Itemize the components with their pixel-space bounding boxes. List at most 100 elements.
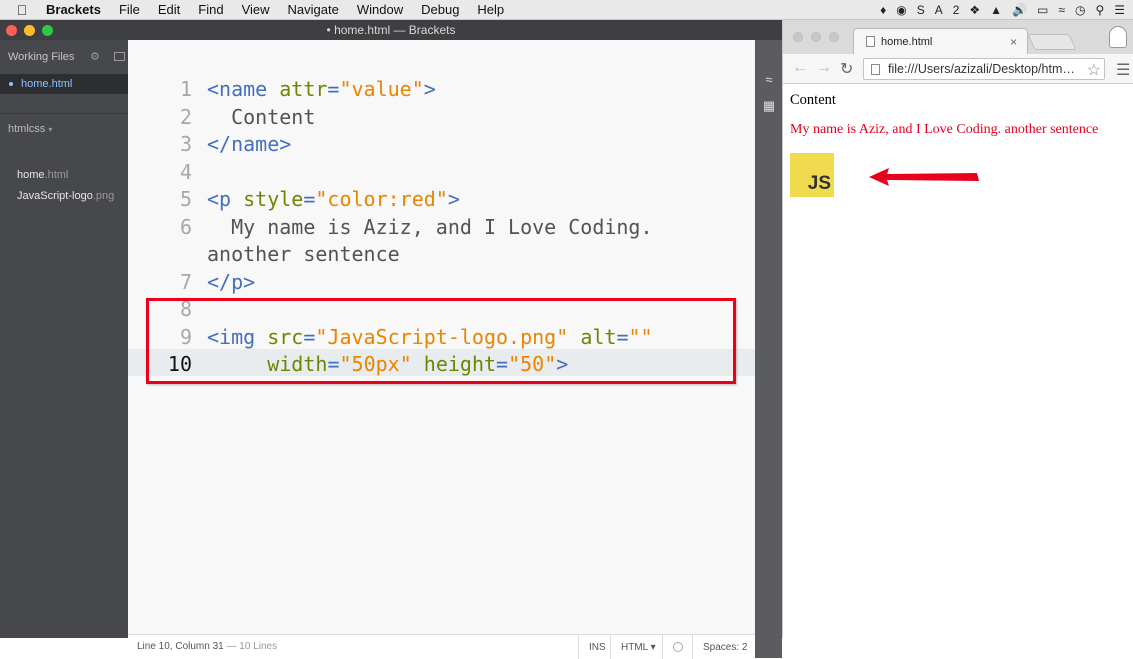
reload-icon[interactable]: ↻ [840, 59, 853, 79]
code-token: style [243, 187, 304, 211]
working-file-item[interactable]: home.html [0, 74, 128, 94]
linter-circle-icon [673, 642, 683, 652]
browser-toolbar: ← → ↻ file:///Users/azizali/Desktop/htm…… [783, 54, 1133, 84]
split-view-icon[interactable] [114, 52, 125, 61]
project-dropdown[interactable]: htmlcss ▾ [8, 123, 52, 135]
hamburger-menu-icon[interactable]: ☰ [1116, 60, 1130, 80]
code-line[interactable]: 1 <name attr="value"> [128, 74, 755, 101]
line-number: 7 [179, 269, 192, 294]
line-number: 3 [179, 132, 192, 156]
menu-app-name[interactable]: Brackets [46, 2, 101, 17]
code-token: > [423, 77, 436, 101]
record-icon[interactable]: ◉ [896, 3, 906, 17]
live-preview-icon[interactable]: ≈ [761, 72, 777, 87]
code-line[interactable]: another sentence [128, 239, 755, 266]
bookmark-star-icon[interactable]: ☆ [1087, 60, 1101, 79]
project-file-item[interactable]: JavaScript-logo.png [17, 190, 114, 202]
linter-status[interactable] [662, 635, 692, 659]
line-count: — 10 Lines [223, 641, 278, 652]
window-controls [6, 25, 53, 36]
menu-file[interactable]: File [119, 2, 140, 17]
menu-help[interactable]: Help [477, 2, 504, 17]
modified-dot-icon [9, 82, 13, 86]
page-icon [866, 36, 875, 47]
menu-find[interactable]: Find [198, 2, 223, 17]
code-line[interactable]: 3 </name> [128, 129, 755, 156]
code-line[interactable]: 7 </p> [128, 267, 755, 294]
dropbox-icon[interactable]: ❖ [969, 3, 980, 17]
language-label: HTML ▾ [621, 641, 656, 653]
project-file-item[interactable]: home.html [17, 169, 68, 181]
back-arrow-icon[interactable]: ← [792, 59, 808, 77]
code-line[interactable]: 5 <p style="color:red"> [128, 184, 755, 211]
menu-edit[interactable]: Edit [158, 2, 180, 17]
menubar-status-icons: ♦ ◉ S A 2 ❖ ▲ 🔊 ▭ ≈ ◷ ⚲ ☰ [880, 0, 1125, 20]
cursor-position: Line 10, Column 31 — 10 Lines [137, 641, 277, 652]
working-files-label: Working Files [8, 51, 75, 63]
browser-tab[interactable]: home.html × [853, 28, 1028, 54]
drive-icon[interactable]: ▲ [990, 3, 1002, 17]
insert-mode-toggle[interactable]: INS [578, 635, 610, 659]
forward-arrow-icon[interactable]: → [816, 59, 832, 77]
line-number: 2 [179, 104, 192, 129]
code-text: </name> [207, 132, 291, 156]
address-bar[interactable]: file:///Users/azizali/Desktop/htm… ☆ [863, 58, 1105, 80]
volume-icon[interactable]: 🔊 [1012, 3, 1027, 17]
extension-manager-icon[interactable]: ▦ [761, 98, 777, 113]
window-title: • home.html — Brackets [326, 23, 456, 37]
minimize-window-icon[interactable] [24, 25, 35, 36]
javascript-logo-image: JS [790, 153, 834, 197]
menu-debug[interactable]: Debug [421, 2, 459, 17]
indent-setting[interactable]: Spaces: 2 [692, 635, 755, 659]
file-ext: .html [44, 169, 69, 181]
apple-icon[interactable]:  [14, 2, 30, 18]
chevron-down-icon: ▾ [48, 125, 53, 134]
zoom-window-icon[interactable] [42, 25, 53, 36]
language-select[interactable]: HTML ▾ [610, 635, 662, 659]
new-tab-button[interactable] [1027, 34, 1077, 50]
gear-icon[interactable]: ⚙ [90, 50, 100, 63]
profile-icon[interactable] [1109, 26, 1127, 48]
project-label: htmlcss [8, 123, 46, 135]
notification-center-icon[interactable]: ☰ [1114, 3, 1125, 17]
javascript-logo-text: JS [807, 173, 831, 194]
code-text: Content [207, 105, 315, 129]
url-text: file:///Users/azizali/Desktop/htm… [888, 62, 1075, 76]
code-text: another sentence [207, 242, 400, 266]
minimize-window-icon[interactable] [811, 32, 821, 42]
zoom-window-icon[interactable] [829, 32, 839, 42]
page-viewport: Content My name is Aziz, and I Love Codi… [783, 84, 1133, 638]
code-token: "value" [339, 77, 424, 101]
menu-view[interactable]: View [242, 2, 270, 17]
sidebar-divider [0, 113, 128, 114]
adobe-badge: 2 [952, 3, 960, 17]
close-window-icon[interactable] [6, 25, 17, 36]
menu-navigate[interactable]: Navigate [288, 2, 339, 17]
page-content-text: Content [790, 92, 836, 108]
code-line[interactable]: 2 Content [128, 102, 755, 129]
file-name: home [17, 169, 45, 181]
clock-icon[interactable]: ◷ [1075, 3, 1085, 17]
wifi-icon[interactable]: ≈ [1058, 3, 1065, 17]
close-window-icon[interactable] [793, 32, 803, 42]
code-token: <name [207, 77, 280, 101]
menu-window[interactable]: Window [357, 2, 403, 17]
adobe-icon[interactable]: A [935, 3, 943, 17]
skype-icon[interactable]: S [917, 3, 925, 17]
page-icon [871, 64, 880, 75]
notification-icon[interactable]: ♦ [880, 3, 886, 17]
code-token: </name> [207, 132, 292, 156]
indent-label: Spaces: 2 [703, 641, 748, 653]
code-token: another sentence [207, 242, 400, 266]
brackets-titlebar: • home.html — Brackets [0, 20, 782, 40]
browser-tabstrip: home.html × [783, 20, 1133, 54]
code-line[interactable]: 4 [128, 157, 755, 184]
cursor-position-text: Line 10, Column 31 [137, 641, 224, 652]
sidebar: Working Files ⚙ home.html htmlcss ▾ home… [0, 40, 128, 638]
battery-icon[interactable]: ▭ [1037, 3, 1048, 17]
code-token: "color:red" [315, 187, 448, 211]
browser-window: home.html × ← → ↻ file:///Users/azizali/… [782, 20, 1133, 638]
spotlight-search-icon[interactable]: ⚲ [1095, 3, 1104, 17]
code-line[interactable]: 6 My name is Aziz, and I Love Coding. [128, 212, 755, 239]
close-tab-icon[interactable]: × [1010, 35, 1017, 49]
